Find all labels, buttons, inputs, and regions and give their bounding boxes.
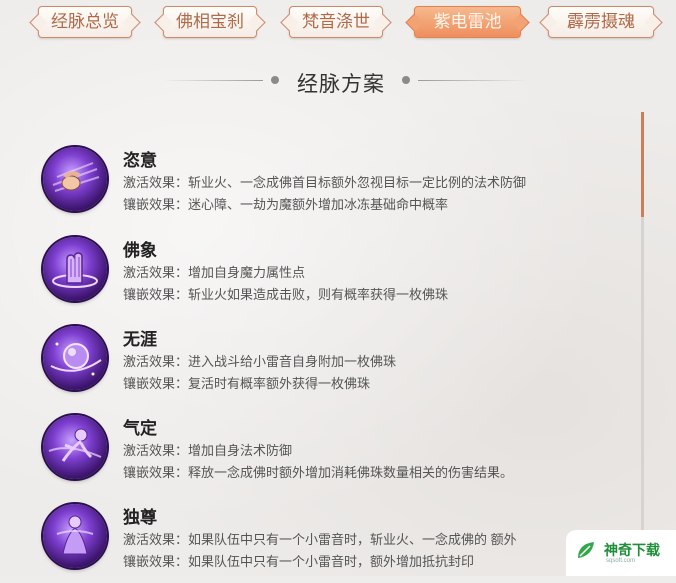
meridian-entry: 独尊 激活效果：如果队伍中只有一个小雷音时，斩业火、一念成佛的 额外 镶嵌效果：… bbox=[43, 503, 643, 583]
meridian-entry: 佛象 激活效果：增加自身魔力属性点 镶嵌效果：斩业火如果造成击败，则有概率获得一… bbox=[43, 236, 643, 316]
section-title: 经脉方案 bbox=[297, 73, 385, 96]
section-header: 经脉方案 bbox=[0, 62, 676, 102]
entry-activate-effect: 激活效果：如果队伍中只有一个小雷音时，斩业火、一念成佛的 额外 bbox=[123, 532, 517, 547]
monk-figure-icon bbox=[43, 504, 107, 568]
tab-purple-thunder[interactable]: 紫电雷池 bbox=[414, 6, 521, 38]
watermark-sub: sqsoft.com bbox=[606, 558, 636, 564]
leaf-logo-icon bbox=[574, 538, 598, 562]
praying-hand-icon bbox=[43, 237, 107, 301]
entry-activate-effect: 激活效果：增加自身魔力属性点 bbox=[123, 265, 306, 280]
entry-name: 独尊 bbox=[123, 508, 157, 527]
entry-inlay-effect: 镶嵌效果：如果队伍中只有一个小雷音时，额外增加抵抗封印 bbox=[123, 554, 475, 569]
entry-inlay-effect: 镶嵌效果：迷心障、一劫为魔额外增加冰冻基础命中概率 bbox=[123, 197, 449, 212]
tab-bar: 经脉总览 佛相宝刹 梵音涤世 紫电雷池 霹雳摄魂 bbox=[0, 6, 676, 40]
entry-name: 气定 bbox=[123, 419, 157, 438]
tab-thunder-soul[interactable]: 霹雳摄魂 bbox=[548, 6, 654, 38]
meridian-entry: 无涯 激活效果：进入战斗给小雷音自身附加一枚佛珠 镶嵌效果：复活时有概率额外获得… bbox=[43, 325, 643, 405]
meridian-entry: 恣意 激活效果：斩业火、一念成佛首目标额外忽视目标一定比例的法术防御 镶嵌效果：… bbox=[43, 146, 643, 226]
entry-name: 恣意 bbox=[123, 151, 157, 170]
entry-inlay-effect: 镶嵌效果：复活时有概率额外获得一枚佛珠 bbox=[123, 376, 371, 391]
tab-sanskrit-cleanse[interactable]: 梵音涤世 bbox=[289, 6, 383, 38]
palm-strike-icon bbox=[43, 147, 107, 211]
spirit-figure-icon bbox=[43, 415, 107, 479]
tab-meridian-overview[interactable]: 经脉总览 bbox=[38, 6, 132, 38]
entry-activate-effect: 激活效果：增加自身法术防御 bbox=[123, 443, 293, 458]
entry-name: 无涯 bbox=[123, 330, 157, 349]
orb-icon bbox=[43, 326, 107, 390]
entry-activate-effect: 激活效果：斩业火、一念成佛首目标额外忽视目标一定比例的法术防御 bbox=[123, 175, 527, 190]
title-dot-icon bbox=[402, 76, 410, 84]
title-divider-left bbox=[163, 80, 263, 81]
tab-buddha-temple[interactable]: 佛相宝刹 bbox=[163, 6, 257, 38]
title-divider-right bbox=[418, 80, 528, 81]
entry-inlay-effect: 镶嵌效果：斩业火如果造成击败，则有概率获得一枚佛珠 bbox=[123, 287, 449, 302]
watermark-name: 神奇下载 bbox=[604, 542, 660, 558]
entry-activate-effect: 激活效果：进入战斗给小雷音自身附加一枚佛珠 bbox=[123, 354, 397, 369]
entry-inlay-effect: 镶嵌效果：释放一念成佛时额外增加消耗佛珠数量相关的伤害结果。 bbox=[123, 465, 514, 480]
title-dot-icon bbox=[271, 76, 279, 84]
meridian-entry: 气定 激活效果：增加自身法术防御 镶嵌效果：释放一念成佛时额外增加消耗佛珠数量相… bbox=[43, 414, 643, 494]
entry-name: 佛象 bbox=[123, 241, 157, 260]
